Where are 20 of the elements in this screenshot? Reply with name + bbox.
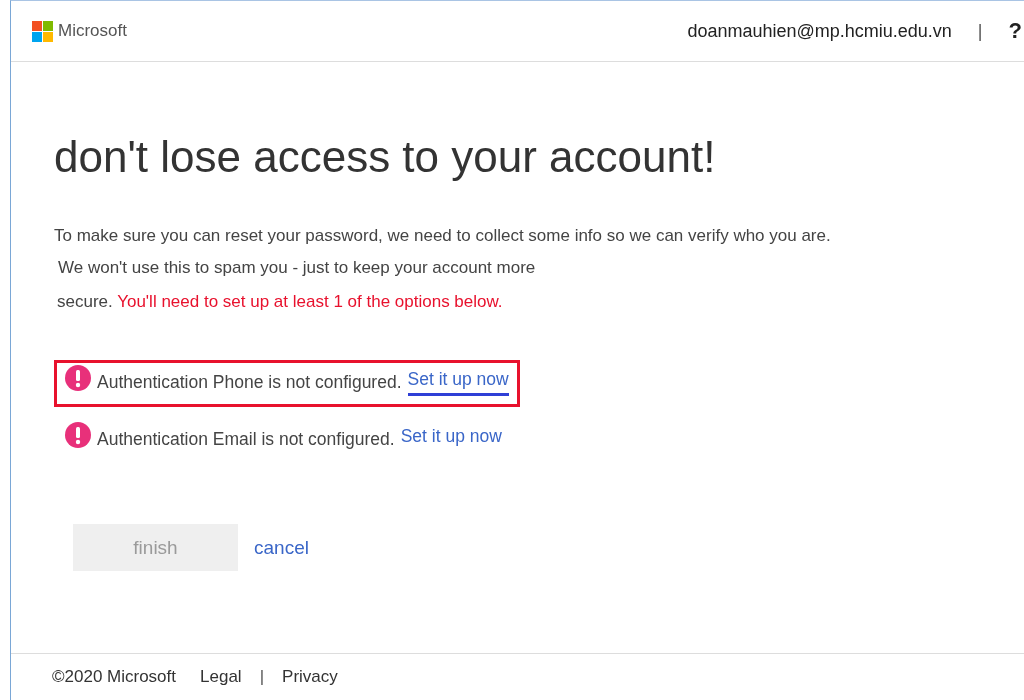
account-name: doanmauhien@mp.hcmiu.edu.vn <box>687 20 952 42</box>
footer-link[interactable]: Privacy <box>282 667 338 687</box>
help-button[interactable]: ? <box>1008 18 1024 44</box>
copyright-text: ©2020 Microsoft <box>52 667 177 687</box>
warning-icon <box>65 364 91 391</box>
logo-text: Microsoft <box>58 21 127 41</box>
separator: | <box>977 20 983 42</box>
intro-text: To make sure you can reset your password, we need to collect some info so we can verify who you are. <box>54 225 832 247</box>
setup-link[interactable]: Set it up now <box>400 426 502 453</box>
status-text: Authentication Phone is not configured. <box>97 372 402 393</box>
intro-text: We won't use this to spam you - just to keep your account more <box>57 257 537 279</box>
page-title: don't lose access to your account! <box>54 132 717 182</box>
separator: | <box>259 667 265 687</box>
warning-icon <box>65 421 91 448</box>
cancel-link[interactable]: cancel <box>254 536 309 559</box>
logo-icon <box>32 20 53 42</box>
footer-link[interactable]: Legal <box>200 667 242 687</box>
requirement-text: secure. You'll need to set up at least 1 of the options below. <box>57 292 504 312</box>
status-text: Authentication Email is not configured. <box>97 429 395 450</box>
setup-link[interactable]: Set it up now <box>407 369 509 396</box>
